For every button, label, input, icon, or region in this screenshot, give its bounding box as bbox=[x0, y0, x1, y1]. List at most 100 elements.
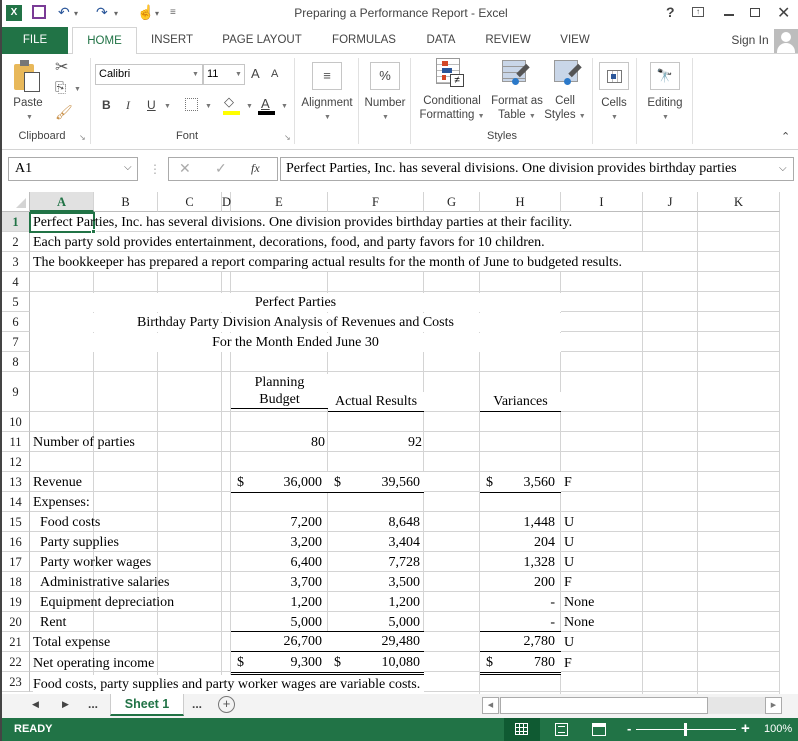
sheet-tab-sheet-1[interactable]: Sheet 1 bbox=[110, 694, 184, 716]
expense-budget[interactable]: 5,000 bbox=[231, 613, 328, 632]
borders-icon[interactable] bbox=[185, 98, 198, 111]
paste-icon[interactable] bbox=[14, 60, 42, 92]
row-header-12[interactable]: 12 bbox=[2, 452, 30, 472]
header-planning-budget[interactable]: Planning Budget bbox=[231, 374, 328, 409]
expense-label[interactable]: Party supplies bbox=[40, 533, 119, 552]
row-header-19[interactable]: 19 bbox=[2, 592, 30, 612]
column-header-c[interactable]: C bbox=[158, 192, 222, 212]
report-subtitle[interactable]: Birthday Party Division Analysis of Reve… bbox=[30, 313, 561, 332]
cells-button[interactable]: Cells bbox=[594, 97, 634, 109]
bold-button[interactable]: B bbox=[102, 98, 111, 112]
tab-file[interactable]: FILE bbox=[2, 27, 68, 54]
expense-budget[interactable]: 3,200 bbox=[231, 533, 328, 552]
clipboard-launcher-icon[interactable]: ↘ bbox=[79, 133, 86, 142]
row-header-21[interactable]: 21 bbox=[2, 632, 30, 652]
tab-data[interactable]: DATA bbox=[418, 27, 464, 54]
alignment-dropdown-icon[interactable]: ▼ bbox=[324, 114, 331, 121]
expense-actual[interactable]: 5,000 bbox=[328, 613, 424, 632]
expense-fu[interactable]: U bbox=[564, 533, 574, 552]
row-header-3[interactable]: 3 bbox=[2, 252, 30, 272]
expense-label[interactable]: Administrative salaries bbox=[40, 573, 169, 592]
variance-total-expense[interactable]: 2,780 bbox=[480, 631, 561, 651]
formula-input[interactable]: Perfect Parties, Inc. has several divisi… bbox=[280, 157, 794, 181]
zoom-in-button[interactable]: + bbox=[741, 720, 750, 737]
new-sheet-button[interactable]: + bbox=[218, 696, 235, 713]
column-header-a[interactable]: A bbox=[30, 192, 94, 212]
row-header-16[interactable]: 16 bbox=[2, 532, 30, 552]
worksheet-grid[interactable]: ABCDEFGHIJK 1 2 3 4 5 6 7 8 9 10 11 12 13 14 15 16 17 18 1… bbox=[2, 192, 784, 694]
label-total-expense[interactable]: Total expense bbox=[33, 633, 110, 652]
expense-variance[interactable]: 200 bbox=[480, 573, 561, 592]
row-header-5[interactable]: 5 bbox=[2, 292, 30, 312]
number-button[interactable]: Number bbox=[360, 97, 410, 109]
expense-actual[interactable]: 3,404 bbox=[328, 533, 424, 552]
close-button[interactable]: ✕ bbox=[777, 3, 790, 23]
row-header-23[interactable]: 23 bbox=[2, 672, 30, 692]
borders-dropdown-icon[interactable]: ▼ bbox=[205, 103, 212, 110]
next-sheet-icon[interactable]: ▶ bbox=[62, 699, 69, 710]
normal-view-button[interactable] bbox=[504, 718, 540, 741]
zoom-slider-thumb[interactable] bbox=[684, 723, 687, 736]
format-as-table-button[interactable]: Format as Table ▼ bbox=[488, 94, 546, 124]
cell-styles-icon[interactable] bbox=[554, 60, 584, 88]
font-color-button[interactable]: A bbox=[261, 96, 270, 111]
expense-fu[interactable]: U bbox=[564, 553, 574, 572]
column-header-e[interactable]: E bbox=[231, 192, 328, 212]
column-header-h[interactable]: H bbox=[480, 192, 561, 212]
row-header-17[interactable]: 17 bbox=[2, 552, 30, 572]
collapse-ribbon-icon[interactable]: ⌃ bbox=[781, 130, 790, 143]
alignment-button[interactable]: Alignment bbox=[298, 97, 356, 109]
underline-button[interactable]: U bbox=[147, 98, 156, 112]
find-binoculars-icon[interactable]: 🔭 bbox=[650, 62, 680, 90]
number-format-icon[interactable]: % bbox=[370, 62, 400, 90]
horizontal-scroll-thumb[interactable] bbox=[500, 697, 708, 714]
expense-variance[interactable]: 1,448 bbox=[480, 513, 561, 532]
row-header-20[interactable]: 20 bbox=[2, 612, 30, 632]
expense-budget[interactable]: 6,400 bbox=[231, 553, 328, 572]
actual-revenue[interactable]: $ 39,560 bbox=[328, 472, 424, 493]
label-revenue[interactable]: Revenue bbox=[33, 473, 82, 492]
actual-net-operating-income[interactable]: $ 10,080 bbox=[328, 651, 424, 675]
copy-dropdown-icon[interactable]: ▼ bbox=[74, 86, 81, 93]
column-header-j[interactable]: J bbox=[643, 192, 698, 212]
help-button[interactable]: ? bbox=[666, 4, 675, 20]
expense-budget[interactable]: 1,200 bbox=[231, 593, 328, 612]
header-variances[interactable]: Variances bbox=[480, 392, 561, 412]
expense-budget[interactable]: 7,200 bbox=[231, 513, 328, 532]
underline-dropdown-icon[interactable]: ▼ bbox=[164, 103, 171, 110]
shrink-font-button[interactable]: A bbox=[271, 68, 278, 80]
select-all-button[interactable] bbox=[2, 192, 30, 212]
fu-total-expense[interactable]: U bbox=[564, 633, 574, 652]
tab-insert[interactable]: INSERT bbox=[142, 27, 202, 54]
budget-total-expense[interactable]: 26,700 bbox=[231, 631, 328, 651]
conditional-formatting-icon[interactable]: ≠ bbox=[436, 58, 466, 88]
expense-fu[interactable]: None bbox=[564, 613, 594, 632]
more-sheets-left[interactable]: ... bbox=[88, 697, 98, 711]
column-header-k[interactable]: K bbox=[698, 192, 780, 212]
font-size-dropdown-icon[interactable]: ▼ bbox=[235, 71, 242, 78]
cell-A1[interactable]: Perfect Parties, Inc. has several divisi… bbox=[33, 213, 572, 232]
insert-function-button[interactable]: fx bbox=[251, 161, 260, 176]
row-header-4[interactable]: 4 bbox=[2, 272, 30, 292]
expense-label[interactable]: Rent bbox=[40, 613, 66, 632]
row-header-8[interactable]: 8 bbox=[2, 352, 30, 372]
tab-view[interactable]: VIEW bbox=[552, 27, 598, 54]
row-header-14[interactable]: 14 bbox=[2, 492, 30, 512]
more-sheets-right[interactable]: ... bbox=[192, 697, 202, 711]
italic-button[interactable]: I bbox=[126, 98, 130, 113]
format-painter-icon[interactable]: 🖌 bbox=[55, 104, 73, 121]
prev-sheet-icon[interactable]: ◀ bbox=[32, 699, 39, 710]
format-as-table-icon[interactable] bbox=[502, 60, 532, 88]
minimize-button[interactable] bbox=[724, 14, 734, 16]
expense-fu[interactable]: U bbox=[564, 513, 574, 532]
tab-page-layout[interactable]: PAGE LAYOUT bbox=[214, 27, 310, 54]
row-header-11[interactable]: 11 bbox=[2, 432, 30, 452]
row-header-13[interactable]: 13 bbox=[2, 472, 30, 492]
cancel-icon[interactable]: ✕ bbox=[179, 160, 191, 177]
restore-button[interactable] bbox=[750, 8, 760, 17]
name-box[interactable]: A1 bbox=[8, 157, 138, 181]
font-color-dropdown-icon[interactable]: ▼ bbox=[281, 103, 288, 110]
paste-dropdown-icon[interactable]: ▼ bbox=[26, 114, 33, 121]
font-launcher-icon[interactable]: ↘ bbox=[284, 133, 291, 142]
page-break-preview-button[interactable] bbox=[592, 723, 606, 736]
